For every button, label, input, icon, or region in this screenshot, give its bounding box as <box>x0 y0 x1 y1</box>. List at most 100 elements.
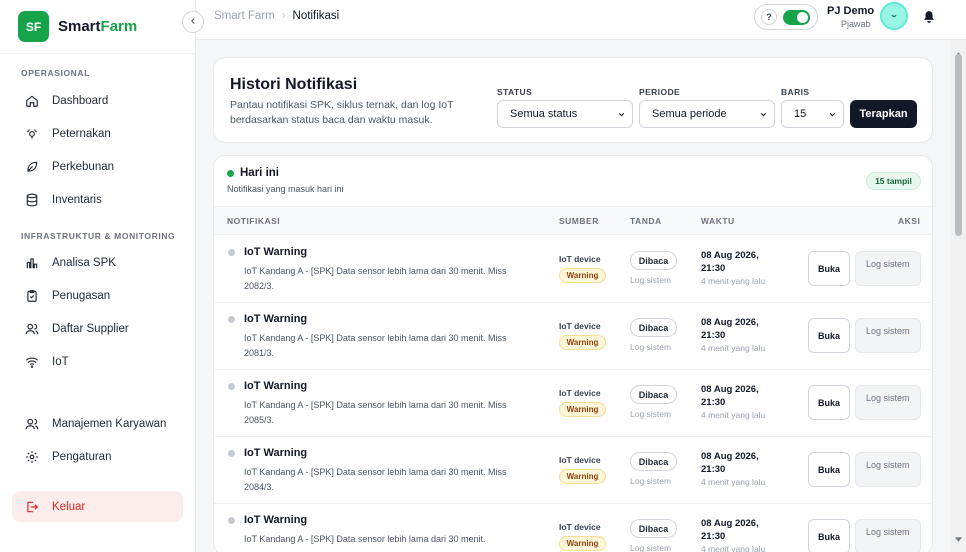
collapse-sidebar-button[interactable] <box>182 11 204 33</box>
log-button[interactable]: Log sistem <box>855 452 921 487</box>
read-status-badge: Dibaca <box>630 318 677 337</box>
breadcrumb-current: Notifikasi <box>292 10 340 22</box>
database-icon <box>24 192 40 208</box>
notification-source: IoT device <box>559 321 601 331</box>
notification-date: 08 Aug 2026, 21:30 <box>701 384 759 408</box>
sidebar-item-perkebunan[interactable]: Perkebunan <box>12 152 183 182</box>
unread-dot <box>228 450 235 457</box>
page-scrollbar[interactable] <box>951 40 966 552</box>
sidebar-item-analisa-spk[interactable]: Analisa SPK <box>12 248 183 278</box>
sidebar-item-label: IoT <box>52 356 69 368</box>
notification-title: IoT Warning <box>244 313 308 325</box>
sidebar-item-label: Manajemen Karyawan <box>52 418 167 430</box>
log-button[interactable]: Log sistem <box>855 519 921 552</box>
logout-label: Keluar <box>52 500 86 513</box>
scroll-thumb[interactable] <box>955 54 962 236</box>
period-select[interactable]: Semua periode <box>639 100 775 128</box>
page-title: Histori Notifikasi <box>230 76 358 93</box>
notification-title: IoT Warning <box>244 246 308 258</box>
logout-icon <box>24 499 40 515</box>
bar-chart-icon <box>24 255 40 271</box>
sidebar-item-label: Pengaturan <box>52 451 112 463</box>
notification-date: 08 Aug 2026, 21:30 <box>701 518 759 542</box>
theme-toggle[interactable] <box>783 9 810 25</box>
open-button[interactable]: Buka <box>808 519 850 552</box>
notification-relative-time: 4 menit yang lalu <box>701 276 766 286</box>
read-source: Log sistem <box>630 476 672 486</box>
open-button[interactable]: Buka <box>808 318 850 353</box>
logout-button[interactable]: Keluar <box>12 491 183 522</box>
table-row[interactable]: IoT Warning IoT Kandang A - [SPK] Data s… <box>214 437 932 504</box>
chevron-down-icon <box>828 110 837 122</box>
sidebar-item-peternakan[interactable]: Peternakan <box>12 119 183 149</box>
notification-title: IoT Warning <box>244 514 308 526</box>
table-row[interactable]: IoT Warning IoT Kandang A - [SPK] Data s… <box>214 504 932 552</box>
sidebar-item-penugasan[interactable]: Penugasan <box>12 281 183 311</box>
status-filter-label: STATUS <box>497 87 533 97</box>
notification-bell-icon[interactable] <box>922 9 936 30</box>
sidebar-item-label: Penugasan <box>52 290 111 302</box>
read-status-badge: Dibaca <box>630 385 677 404</box>
sidebar-item-pengaturan[interactable]: Pengaturan <box>12 442 183 472</box>
log-button[interactable]: Log sistem <box>855 251 921 286</box>
sidebar-item-dashboard[interactable]: Dashboard <box>12 86 183 116</box>
notification-source: IoT device <box>559 522 601 532</box>
notification-list-card: Hari ini Notifikasi yang masuk hari ini … <box>213 155 933 552</box>
sidebar-item-label: Analisa SPK <box>52 257 116 269</box>
log-button[interactable]: Log sistem <box>855 318 921 353</box>
read-status-badge: Dibaca <box>630 519 677 538</box>
filter-card: Histori Notifikasi Pantau notifikasi SPK… <box>213 57 933 143</box>
avatar-icon <box>888 7 900 25</box>
rows-filter-label: BARIS <box>781 87 810 97</box>
warning-badge: Warning <box>559 402 606 417</box>
table-row[interactable]: IoT Warning IoT Kandang A - [SPK] Data s… <box>214 303 932 370</box>
brand[interactable]: SF SmartFarm <box>0 0 196 54</box>
notification-title: IoT Warning <box>244 380 308 392</box>
users-icon <box>24 321 40 337</box>
read-source: Log sistem <box>630 342 672 352</box>
sidebar-item-manajemen-karyawan[interactable]: Manajemen Karyawan <box>12 409 183 439</box>
notification-relative-time: 4 menit yang lalu <box>701 410 766 420</box>
notification-source: IoT device <box>559 254 601 264</box>
unread-dot <box>228 383 235 390</box>
section-label-infra: INFRASTRUKTUR & MONITORING <box>21 231 176 241</box>
sidebar: SF SmartFarm OPERASIONAL Dashboard Peter… <box>0 0 196 552</box>
breadcrumb-root[interactable]: Smart Farm <box>214 10 275 22</box>
column-header-notifikasi: NOTIFIKASI <box>227 216 281 226</box>
avatar[interactable] <box>880 2 908 30</box>
sidebar-item-label: Peternakan <box>52 128 111 140</box>
log-button[interactable]: Log sistem <box>855 385 921 420</box>
unread-dot <box>228 316 235 323</box>
notification-relative-time: 4 menit yang lalu <box>701 544 766 552</box>
open-button[interactable]: Buka <box>808 385 850 420</box>
open-button[interactable]: Buka <box>808 452 850 487</box>
livestock-icon <box>24 126 40 142</box>
apply-button[interactable]: Terapkan <box>850 100 917 128</box>
warning-badge: Warning <box>559 268 606 283</box>
status-select[interactable]: Semua status <box>497 100 633 128</box>
users-icon <box>24 416 40 432</box>
chevron-left-icon <box>188 13 198 31</box>
column-header-tanda: TANDA <box>630 216 662 226</box>
user-name[interactable]: PJ Demo <box>827 5 874 17</box>
sidebar-item-iot[interactable]: IoT <box>12 347 183 377</box>
table-row[interactable]: IoT Warning IoT Kandang A - [SPK] Data s… <box>214 370 932 437</box>
scroll-down-arrow-icon[interactable] <box>955 529 962 547</box>
table-row[interactable]: IoT Warning IoT Kandang A - [SPK] Data s… <box>214 236 932 303</box>
breadcrumb-separator: › <box>281 10 286 22</box>
notification-description: IoT Kandang A - [SPK] Data sensor lebih … <box>244 333 507 358</box>
sidebar-item-label: Inventaris <box>52 194 102 206</box>
breadcrumb: Smart Farm › Notifikasi <box>214 10 339 22</box>
open-button[interactable]: Buka <box>808 251 850 286</box>
chevron-down-icon <box>759 110 768 122</box>
sidebar-item-inventaris[interactable]: Inventaris <box>12 185 183 215</box>
sidebar-item-label: Dashboard <box>52 95 109 107</box>
wifi-icon <box>24 354 40 370</box>
period-filter-label: PERIODE <box>639 87 681 97</box>
sidebar-item-daftar-supplier[interactable]: Daftar Supplier <box>12 314 183 344</box>
unread-dot <box>228 249 235 256</box>
rows-select[interactable]: 15 <box>781 100 844 128</box>
help-button[interactable]: ? <box>761 9 777 25</box>
notification-date: 08 Aug 2026, 21:30 <box>701 451 759 475</box>
clipboard-icon <box>24 288 40 304</box>
